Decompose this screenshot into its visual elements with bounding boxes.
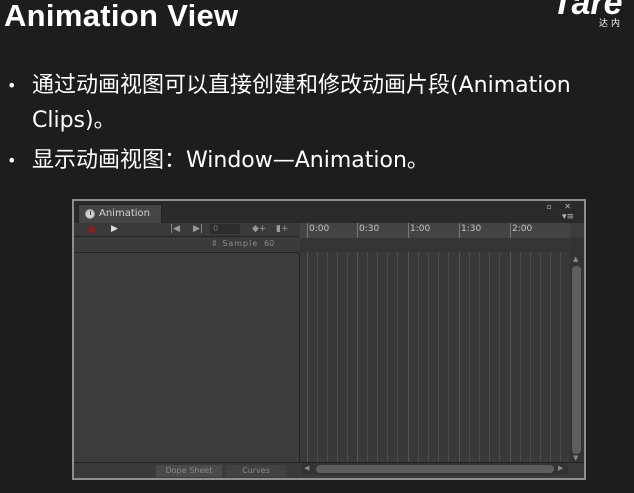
grid-line [428,252,429,462]
timeline-tick: 0:00 [309,224,330,234]
grid-line [520,252,521,462]
horizontal-scroll-thumb[interactable] [316,465,554,473]
sample-label: ⇕ Sample [211,239,258,248]
scroll-down-icon[interactable]: ▼ [573,454,578,462]
ruler-line [357,223,358,238]
vertical-scrollbar[interactable]: ▲ ▼ [570,238,584,462]
grid-line [337,252,338,462]
grid-line [459,252,460,462]
property-list-pane[interactable] [74,253,300,462]
prev-keyframe-button[interactable]: |◀ [170,223,180,236]
grid-line [397,252,398,462]
ruler-line [510,223,511,238]
grid-line [560,252,561,462]
play-button[interactable]: ▶ [111,223,118,236]
next-keyframe-button[interactable]: ▶| [193,223,203,236]
grid-line [347,252,348,462]
window-tab-strip: Animation ▫ ✕ ▾≡ [74,201,584,223]
sample-rate-field[interactable]: 60 [264,239,274,248]
scroll-right-icon[interactable]: ▶ [558,464,563,472]
grid-line [377,252,378,462]
grid-line [357,252,358,462]
animation-window: Animation ▫ ✕ ▾≡ ▶ |◀ ▶| 0 ◆+ ▮+ ⇕ Sampl… [72,199,586,480]
grid-line [387,252,388,462]
brand-logo: Tare 达内 [544,0,634,34]
timeline-tick: 0:30 [359,224,380,234]
sample-bar: ⇕ Sample 60 [74,237,299,253]
grid-line [438,252,439,462]
add-event-button[interactable]: ▮+ [276,223,289,236]
bullet-text: 通过动画视图可以直接创建和修改动画片段(Animation Clips)。 [32,73,571,133]
timeline-tick: 1:00 [410,224,431,234]
grid-line [317,252,318,462]
bullet-dot: • [7,151,17,170]
grid-line [418,252,419,462]
timeline-ruler[interactable]: 0:00 0:30 1:00 1:30 2:00 [300,223,570,239]
grid-line [469,252,470,462]
grid-line [499,252,500,462]
grid-line [327,252,328,462]
context-menu-icon[interactable]: ▾≡ [562,212,574,222]
ruler-line [307,223,308,238]
animation-toolbar: ▶ |◀ ▶| 0 ◆+ ▮+ [74,223,299,237]
tab-animation[interactable]: Animation [78,204,162,223]
frame-field[interactable]: 0 [210,224,240,234]
grid-line [367,252,368,462]
grid-line [448,252,449,462]
grid-line [408,252,409,462]
bullet-text: 显示动画视图：Window—Animation。 [32,148,429,173]
horizontal-scrollbar[interactable]: ◀ ▶ [302,463,568,475]
grid-line [530,252,531,462]
tab-label: Animation [99,208,150,219]
grid-line [510,252,511,462]
tab-curves[interactable]: Curves [226,465,286,477]
dopesheet-area[interactable] [300,252,570,462]
ruler-line [459,223,460,238]
timeline-tick: 1:30 [461,224,482,234]
vertical-scroll-thumb[interactable] [572,266,581,454]
timeline-tick: 2:00 [512,224,533,234]
window-controls[interactable]: ▫ ✕ [546,202,576,211]
scroll-left-icon[interactable]: ◀ [304,464,309,472]
grid-line [489,252,490,462]
bullet-dot: • [7,76,17,95]
add-keyframe-button[interactable]: ◆+ [252,223,266,236]
grid-line [479,252,480,462]
timeline-event-band[interactable] [300,238,570,252]
tab-dope-sheet[interactable]: Dope Sheet [156,465,222,477]
sample-label-text: Sample [222,239,259,248]
ruler-line [408,223,409,238]
scroll-up-icon[interactable]: ▲ [573,255,578,263]
grid-line [307,252,308,462]
grid-line [540,252,541,462]
clock-icon [85,209,95,219]
slide-title: Animation View [4,0,239,33]
grid-line [550,252,551,462]
sample-arrows-icon: ⇕ [211,239,219,248]
logo-subtext: 达内 [599,19,624,29]
record-button[interactable] [88,226,95,233]
